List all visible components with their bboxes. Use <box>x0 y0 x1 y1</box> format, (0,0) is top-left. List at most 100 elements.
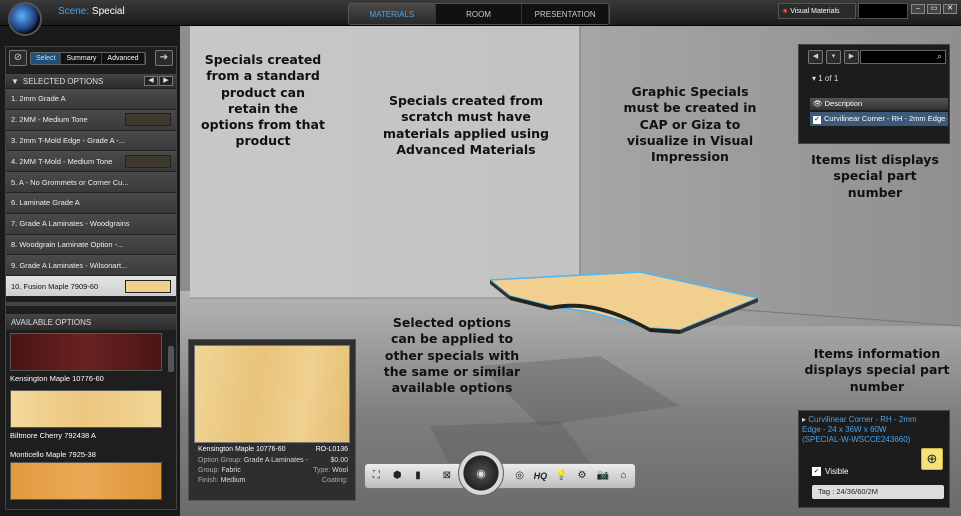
next-icon[interactable]: ▶ <box>159 76 173 86</box>
light-icon[interactable]: 💡 <box>554 468 569 484</box>
list-item[interactable]: 3. 2mm T-Mold Edge - Grade A -... <box>6 130 176 152</box>
option-label: 9. Grade A Laminates - Wilsonart... <box>11 260 128 270</box>
pager-text: 1 of 1 <box>818 74 839 83</box>
selected-options-header: ▼ SELECTED OPTIONS ◀ ▶ <box>6 74 176 88</box>
scene-name: Special <box>91 6 125 17</box>
fit-icon[interactable]: ◎ <box>512 468 527 484</box>
color-grid-icon: ■ <box>783 7 788 15</box>
list-item[interactable]: 5. A - No Grommets or Corner Cu... <box>6 172 176 193</box>
app-logo[interactable] <box>8 2 42 36</box>
list-item[interactable]: 7. Grade A Laminates - Woodgrains <box>6 213 176 235</box>
next-icon[interactable]: ▶ <box>844 50 859 64</box>
option-label: 6. Laminate Grade A <box>11 198 80 208</box>
list-item[interactable]: 1. 2mm Grade A <box>6 89 176 110</box>
callout-selected-options: Selected options can be applied to other… <box>383 315 521 395</box>
mode-advanced[interactable]: Advanced <box>102 52 145 64</box>
item-description: Curvilinear Corner - RH - 2mm Edge - <box>824 114 948 123</box>
mode-selector: Select Summary Advanced <box>30 51 146 65</box>
material-swatch <box>10 462 162 500</box>
items-nav: ◀ ▾ ▶ <box>808 50 859 64</box>
finish-value: Medium <box>220 477 246 484</box>
tag-field[interactable]: Tag : 24/36/60/2M <box>812 485 944 499</box>
hide-icon[interactable]: ⊠ <box>439 468 454 484</box>
dropdown-icon[interactable]: ▾ <box>826 50 841 64</box>
material-swatch <box>10 390 162 428</box>
description-column-header[interactable]: 👁 Description <box>810 98 948 110</box>
tab-materials[interactable]: MATERIALS <box>349 4 436 24</box>
window-controls: – ▭ ✕ <box>911 4 957 14</box>
list-item-selected[interactable]: 10. Fusion Maple 7909-60 <box>6 276 176 297</box>
tab-presentation[interactable]: PRESENTATION <box>522 4 609 24</box>
search-icon: ⌕ <box>936 51 942 61</box>
material-code: RO-L0136 <box>315 446 348 453</box>
list-item[interactable]: Biltmore Cherry 792438 A <box>10 390 162 443</box>
option-group-label: Option Group: <box>198 457 242 464</box>
collapse-icon[interactable]: ▼ <box>11 77 19 86</box>
maximize-icon[interactable]: ▭ <box>927 4 941 14</box>
option-label: 3. 2mm T-Mold Edge - Grade A -... <box>11 135 126 145</box>
mode-select[interactable]: Select <box>31 52 62 64</box>
material-label: Biltmore Cherry 792438 A <box>10 431 96 440</box>
visible-checkbox[interactable]: ✓ <box>813 116 821 124</box>
mode-summary[interactable]: Summary <box>61 52 103 64</box>
main-tabs: MATERIALS ROOM PRESENTATION <box>348 3 610 25</box>
list-item[interactable]: 4. 2MM T-Mold - Medium Tone <box>6 151 176 173</box>
visible-checkbox[interactable]: ✓ <box>812 467 821 476</box>
callout-scratch-specials: Specials created from scratch must have … <box>382 93 550 157</box>
material-name: Kensington Maple 10776-60 <box>198 446 286 453</box>
scene-label: Scene: <box>58 6 90 17</box>
selected-options-list: 1. 2mm Grade A 2. 2MM - Medium Tone 3. 2… <box>6 89 176 297</box>
visible-label: Visible <box>825 467 849 476</box>
minimize-icon[interactable]: – <box>911 4 925 14</box>
prev-icon[interactable]: ◀ <box>144 76 158 86</box>
visual-materials-button[interactable]: ■ Visual Materials <box>778 3 856 19</box>
arrow-right-icon[interactable]: ➔ <box>155 50 173 66</box>
add-note-icon[interactable]: ⊕ <box>921 448 943 470</box>
material-swatch <box>10 333 162 371</box>
item-row[interactable]: ✓ Curvilinear Corner - RH - 2mm Edge - <box>810 112 948 126</box>
option-label: 8. Woodgrain Laminate Option -... <box>11 239 124 249</box>
material-price: $0.00 <box>330 457 348 464</box>
home-icon[interactable]: ⌂ <box>616 468 631 484</box>
selected-nav: ◀ ▶ <box>144 76 173 86</box>
desk-model[interactable] <box>490 272 760 336</box>
type-label: Type: <box>313 467 331 474</box>
option-label: 7. Grade A Laminates - Woodgrains <box>11 219 130 229</box>
frame-icon[interactable]: ⛶ <box>369 468 384 484</box>
list-item[interactable]: 2. 2MM - Medium Tone <box>6 109 176 131</box>
tab-room[interactable]: ROOM <box>436 4 523 24</box>
list-item[interactable]: Kensington Maple 10776-60 <box>10 333 162 386</box>
options-toolbar: ⊘ Select Summary Advanced ➔ <box>6 48 176 68</box>
camera-icon[interactable]: 📷 <box>595 468 610 484</box>
items-search-input[interactable]: ⌕ <box>860 50 946 64</box>
prev-icon[interactable]: ◀ <box>808 50 823 64</box>
navigation-joystick[interactable]: ◉ <box>458 450 504 496</box>
close-icon[interactable]: ✕ <box>943 4 957 14</box>
splitter[interactable] <box>6 302 176 306</box>
option-label: 10. Fusion Maple 7909-60 <box>11 281 99 291</box>
option-swatch <box>125 113 171 127</box>
clear-icon[interactable]: ⊘ <box>9 50 27 66</box>
material-label: Monticello Maple 7925-38 <box>10 450 96 459</box>
callout-items-information: Items information displays special part … <box>804 346 950 394</box>
material-details: Kensington Maple 10776-60 RO-L0136 Option… <box>198 446 348 484</box>
list-item[interactable]: 8. Woodgrain Laminate Option -... <box>6 234 176 256</box>
scrollbar[interactable] <box>168 346 174 372</box>
group-value: Fabric <box>221 467 241 474</box>
walk-icon[interactable]: ⚙ <box>575 468 590 484</box>
list-item[interactable]: 6. Laminate Grade A <box>6 192 176 214</box>
blank-box <box>858 3 908 19</box>
finish-label: Finish: <box>198 477 219 484</box>
available-options-title: AVAILABLE OPTIONS <box>11 317 92 327</box>
option-swatch <box>125 279 171 293</box>
eye-icon: 👁 <box>813 99 823 108</box>
hq-button[interactable]: HQ <box>533 468 548 484</box>
list-item[interactable]: 9. Grade A Laminates - Wilsonart... <box>6 255 176 277</box>
list-item[interactable]: Monticello Maple 7925-38 <box>10 447 162 500</box>
column-icon[interactable]: ▮ <box>411 468 426 484</box>
visible-toggle[interactable]: ✓ Visible <box>812 467 848 476</box>
option-group-value: Grade A Laminates - <box>243 457 308 464</box>
visual-materials-label: Visual Materials <box>790 7 840 15</box>
cube-icon[interactable]: ⬢ <box>390 468 405 484</box>
material-label: Kensington Maple 10776-60 <box>10 374 104 383</box>
